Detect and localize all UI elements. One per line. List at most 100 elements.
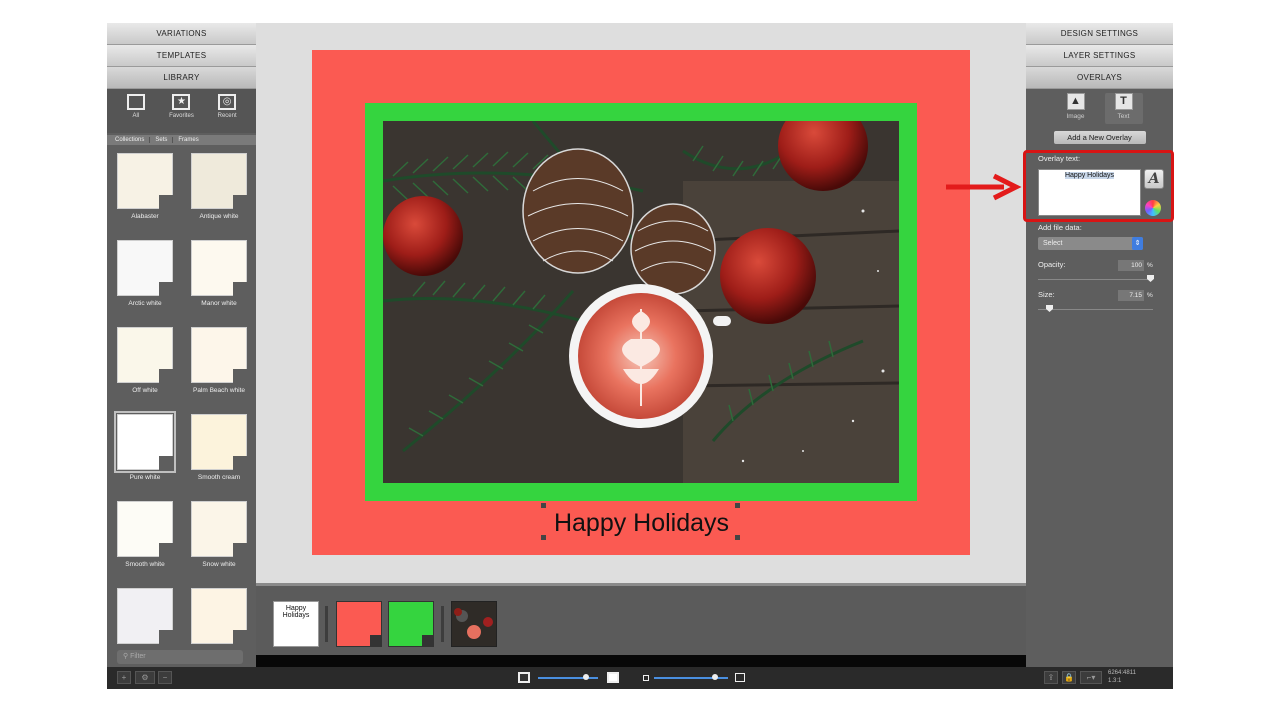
photo-thumb-icon (454, 608, 493, 639)
dimensions: 6264:4811 (1108, 670, 1136, 676)
breadcrumb-item[interactable]: Frames (173, 137, 203, 143)
size-slider[interactable] (1038, 309, 1153, 310)
strip-footer (256, 655, 1026, 667)
design-settings-header[interactable]: DESIGN SETTINGS (1026, 23, 1173, 45)
add-button[interactable]: + (117, 671, 131, 684)
filter-input[interactable]: ⚲ Filter (117, 650, 243, 664)
text-icon: T (1114, 93, 1133, 110)
thumb-size-small-icon[interactable] (518, 672, 530, 683)
canvas-area: Happy Holidays (256, 23, 1026, 583)
frame-swatch (191, 588, 247, 644)
library-tab-all[interactable]: All (116, 94, 156, 133)
crop-icon[interactable]: ⌐▾ (1080, 671, 1102, 684)
layer-separator (441, 606, 444, 642)
library-header[interactable]: LIBRARY (107, 67, 256, 89)
square-outline-icon (126, 94, 145, 110)
gear-icon[interactable]: ⚙ (135, 671, 155, 684)
opacity-label: Opacity: (1038, 260, 1066, 269)
export-icon[interactable]: ⇪ (1044, 671, 1058, 684)
overlay-text-layer[interactable]: Happy Holidays (545, 507, 738, 540)
variations-header[interactable]: VARIATIONS (107, 23, 256, 45)
zoom-large-icon[interactable] (735, 673, 745, 682)
thumb-size-slider[interactable] (538, 677, 598, 679)
library-tab-label: Recent (217, 113, 237, 119)
layer-thumb-red-mat[interactable] (336, 601, 382, 647)
aspect-ratio: 1.3:1 (1108, 678, 1122, 684)
frame-name: Off white (132, 387, 158, 394)
app-window: VARIATIONS TEMPLATES LIBRARY All ★ Favor… (107, 23, 1173, 689)
thumb-size-large-icon[interactable] (607, 672, 619, 683)
star-icon: ★ (172, 94, 191, 110)
frame-item[interactable]: Smooth white (110, 501, 180, 588)
frames-grid: Alabaster Antique white Arctic white Manor … (107, 153, 256, 675)
size-label: Size: (1038, 290, 1055, 299)
image-icon: ▲ (1066, 93, 1085, 110)
opacity-slider-knob[interactable] (1147, 275, 1154, 282)
clock-icon: ◎ (218, 94, 237, 110)
layer-settings-header[interactable]: LAYER SETTINGS (1026, 45, 1173, 67)
frame-swatch (191, 153, 247, 209)
overlay-text-highlight-box (1023, 150, 1174, 222)
outer-mat[interactable]: Happy Holidays (312, 50, 970, 555)
library-tab-favorites[interactable]: ★ Favorites (161, 94, 201, 133)
inner-mat[interactable] (365, 103, 917, 501)
resize-handle[interactable] (735, 503, 740, 508)
frame-item[interactable]: Alabaster (110, 153, 180, 240)
frame-swatch (117, 240, 173, 296)
size-slider-knob[interactable] (1046, 305, 1053, 312)
frame-item[interactable]: Off white (110, 327, 180, 414)
frame-name: Antique white (199, 213, 239, 220)
frame-name: Palm Beach white (192, 387, 246, 394)
breadcrumb-item[interactable]: Collections (110, 137, 151, 143)
file-data-select[interactable]: Select ⇕ (1038, 237, 1143, 250)
frame-item[interactable]: Snow white (184, 501, 254, 588)
frame-swatch (191, 240, 247, 296)
layer-thumb-text[interactable]: Happy Holidays (273, 601, 319, 647)
size-unit: % (1147, 292, 1153, 299)
overlay-tab-text[interactable]: T Text (1104, 93, 1143, 124)
lock-icon[interactable]: 🔒 (1062, 671, 1076, 684)
frame-item[interactable]: Arctic white (110, 240, 180, 327)
add-overlay-button[interactable]: Add a New Overlay (1053, 131, 1146, 144)
frame-item[interactable]: Palm Beach white (184, 327, 254, 414)
frame-swatch (114, 411, 176, 473)
remove-button[interactable]: − (158, 671, 172, 684)
resize-handle[interactable] (541, 503, 546, 508)
breadcrumb: Collections Sets Frames (107, 135, 256, 145)
photo-svg (383, 121, 899, 483)
bottom-toolbar: + ⚙ − ⇪ 🔒 ⌐▾ 6264:4811 1.3:1 (107, 667, 1173, 689)
thumb-size-knob[interactable] (583, 674, 589, 680)
add-file-data-label: Add file data: (1038, 223, 1082, 232)
chevron-updown-icon: ⇕ (1132, 237, 1143, 250)
overlay-tab-image[interactable]: ▲ Image (1057, 93, 1095, 124)
templates-header[interactable]: TEMPLATES (107, 45, 256, 67)
layer-thumb-photo[interactable] (451, 601, 497, 647)
frame-item[interactable]: Smooth cream (184, 414, 254, 501)
frame-item[interactable]: Pure white (110, 411, 180, 501)
frame-swatch (117, 501, 173, 557)
library-tab-recent[interactable]: ◎ Recent (207, 94, 247, 133)
frame-swatch (191, 414, 247, 470)
overlay-tab-label: Image (1066, 113, 1085, 120)
zoom-knob[interactable] (711, 674, 718, 680)
resize-handle[interactable] (541, 535, 546, 540)
frame-swatch (117, 327, 173, 383)
frame-name: Smooth white (125, 561, 165, 568)
dimensions-readout: 6264:4811 1.3:1 (1108, 669, 1136, 685)
size-field[interactable]: 7.15 (1118, 290, 1144, 301)
frame-name: Snow white (202, 561, 236, 568)
zoom-small-icon[interactable] (643, 675, 649, 681)
frame-item[interactable]: Antique white (184, 153, 254, 240)
frame-swatch (117, 153, 173, 209)
opacity-field[interactable]: 100 (1118, 260, 1144, 271)
red-arrow-icon (946, 173, 1022, 201)
overlay-tabs: ▲ Image T Text (1026, 89, 1173, 124)
right-panel: DESIGN SETTINGS LAYER SETTINGS OVERLAYS … (1026, 23, 1173, 667)
frame-item[interactable]: Manor white (184, 240, 254, 327)
overlays-header[interactable]: OVERLAYS (1026, 67, 1173, 89)
resize-handle[interactable] (735, 535, 740, 540)
layer-thumb-green-mat[interactable] (388, 601, 434, 647)
opacity-slider[interactable] (1038, 279, 1153, 280)
breadcrumb-item[interactable]: Sets (150, 137, 174, 143)
photo-image[interactable] (383, 121, 899, 483)
